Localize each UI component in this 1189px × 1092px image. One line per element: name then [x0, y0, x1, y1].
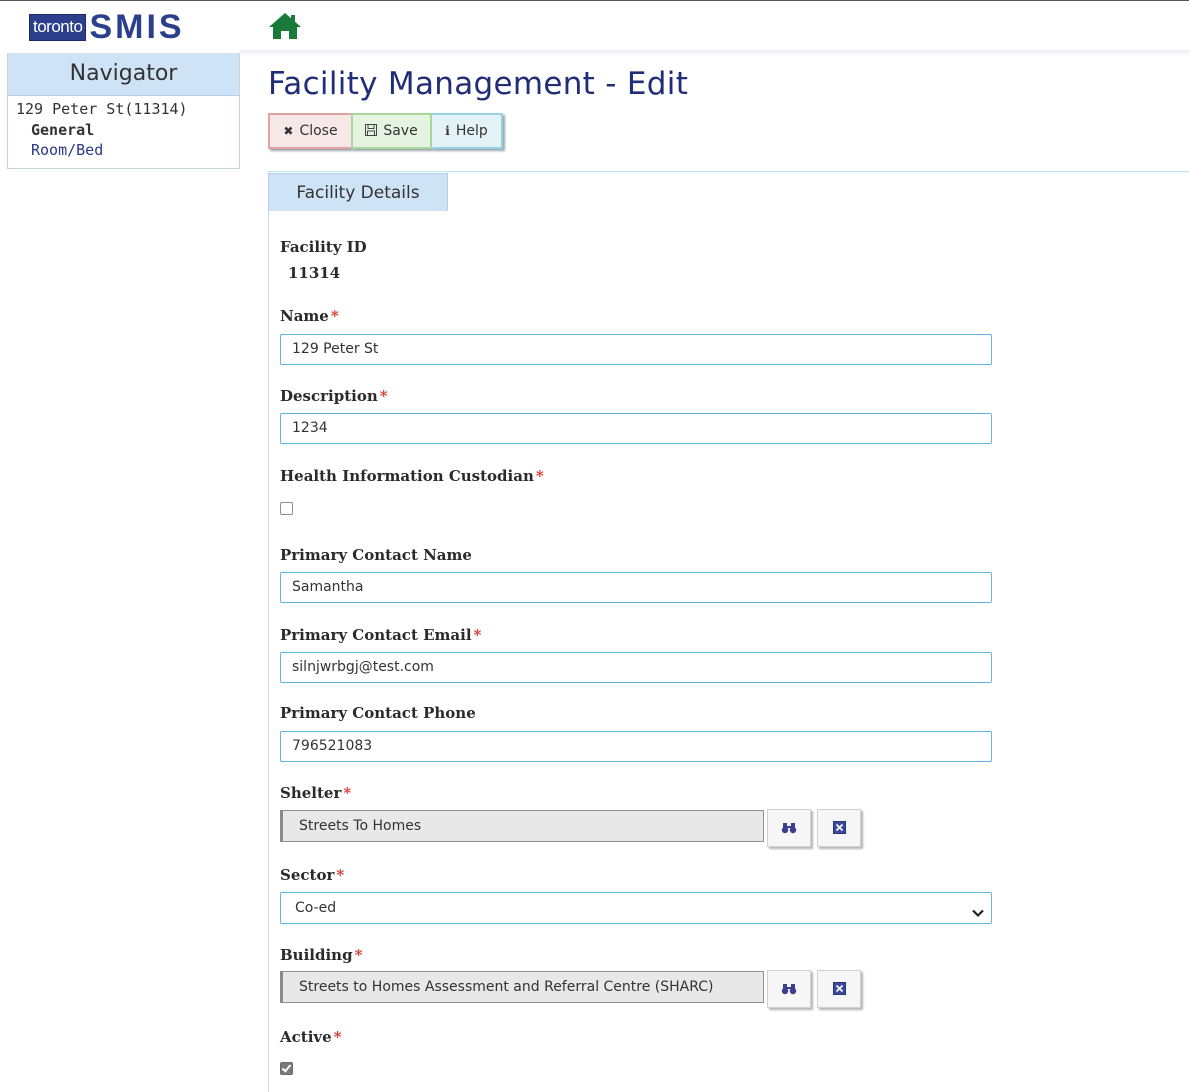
facility-id-label: Facility ID	[280, 238, 367, 256]
facility-id-value: 11314	[288, 264, 341, 282]
help-button-label: Help	[455, 123, 488, 139]
save-button-label: Save	[383, 123, 418, 139]
active-label: Active *	[280, 1028, 342, 1046]
home-icon[interactable]	[268, 11, 302, 41]
floppy-disk-icon	[365, 123, 378, 139]
binoculars-icon	[781, 819, 797, 838]
contact-phone-input[interactable]: 796521083	[280, 731, 992, 762]
shelter-label: Shelter *	[280, 784, 352, 802]
contact-email-label: Primary Contact Email *	[280, 626, 482, 644]
close-icon: ✖	[283, 124, 294, 138]
contact-phone-label: Primary Contact Phone	[280, 704, 476, 722]
header-shadow	[240, 50, 1189, 56]
sector-label: Sector *	[280, 866, 345, 884]
navigator-panel: Navigator 129 Peter St(11314) General Ro…	[7, 53, 240, 169]
building-label: Building *	[280, 946, 363, 964]
building-clear-button[interactable]	[817, 970, 861, 1008]
required-marker: *	[354, 946, 363, 964]
clear-icon	[832, 819, 846, 838]
name-input[interactable]: 129 Peter St	[280, 334, 992, 365]
required-marker: *	[379, 387, 388, 405]
panel-border	[268, 211, 269, 1092]
required-marker: *	[336, 866, 345, 884]
required-marker: *	[473, 626, 482, 644]
active-checkbox[interactable]	[280, 1062, 293, 1075]
building-search-button[interactable]	[767, 970, 811, 1008]
required-marker: *	[343, 784, 352, 802]
navigator-facility[interactable]: 129 Peter St(11314)	[16, 100, 188, 118]
close-button[interactable]: ✖ Close	[268, 113, 351, 149]
navigator-title: Navigator	[8, 53, 239, 96]
shelter-search-button[interactable]	[767, 809, 811, 847]
required-marker: *	[333, 1028, 342, 1046]
chevron-down-icon	[971, 901, 985, 918]
logo-smis-text: SMIS	[89, 8, 185, 46]
save-button[interactable]: Save	[351, 113, 432, 149]
description-label: Description *	[280, 387, 388, 405]
name-label: Name *	[280, 307, 339, 325]
health-custodian-label: Health Information Custodian *	[280, 467, 544, 485]
close-button-label: Close	[299, 123, 338, 139]
building-field[interactable]: Streets to Homes Assessment and Referral…	[280, 971, 764, 1003]
toolbar-divider	[268, 171, 1189, 172]
sector-select[interactable]: Co-ed	[280, 892, 992, 924]
info-icon: i	[445, 124, 450, 138]
logo-toronto-text: toronto	[29, 13, 87, 41]
sector-selected-value: Co-ed	[295, 900, 337, 916]
navigator-item-general[interactable]: General	[31, 121, 94, 139]
top-header: toronto SMIS	[0, 0, 1189, 50]
contact-name-input[interactable]: Samantha	[280, 572, 992, 603]
health-custodian-checkbox[interactable]	[280, 502, 293, 515]
required-marker: *	[535, 467, 544, 485]
navigator-item-room-bed[interactable]: Room/Bed	[31, 141, 103, 159]
shelter-field[interactable]: Streets To Homes	[280, 810, 764, 842]
tab-facility-details[interactable]: Facility Details	[268, 173, 448, 211]
contact-email-input[interactable]: silnjwrbgj@test.com	[280, 652, 992, 683]
binoculars-icon	[781, 980, 797, 999]
help-button[interactable]: i Help	[432, 113, 503, 149]
toronto-smis-logo: toronto SMIS	[29, 8, 185, 46]
description-input[interactable]: 1234	[280, 413, 992, 444]
clear-icon	[832, 980, 846, 999]
contact-name-label: Primary Contact Name	[280, 546, 472, 564]
required-marker: *	[330, 307, 339, 325]
page-title: Facility Management - Edit	[268, 66, 689, 102]
shelter-clear-button[interactable]	[817, 809, 861, 847]
